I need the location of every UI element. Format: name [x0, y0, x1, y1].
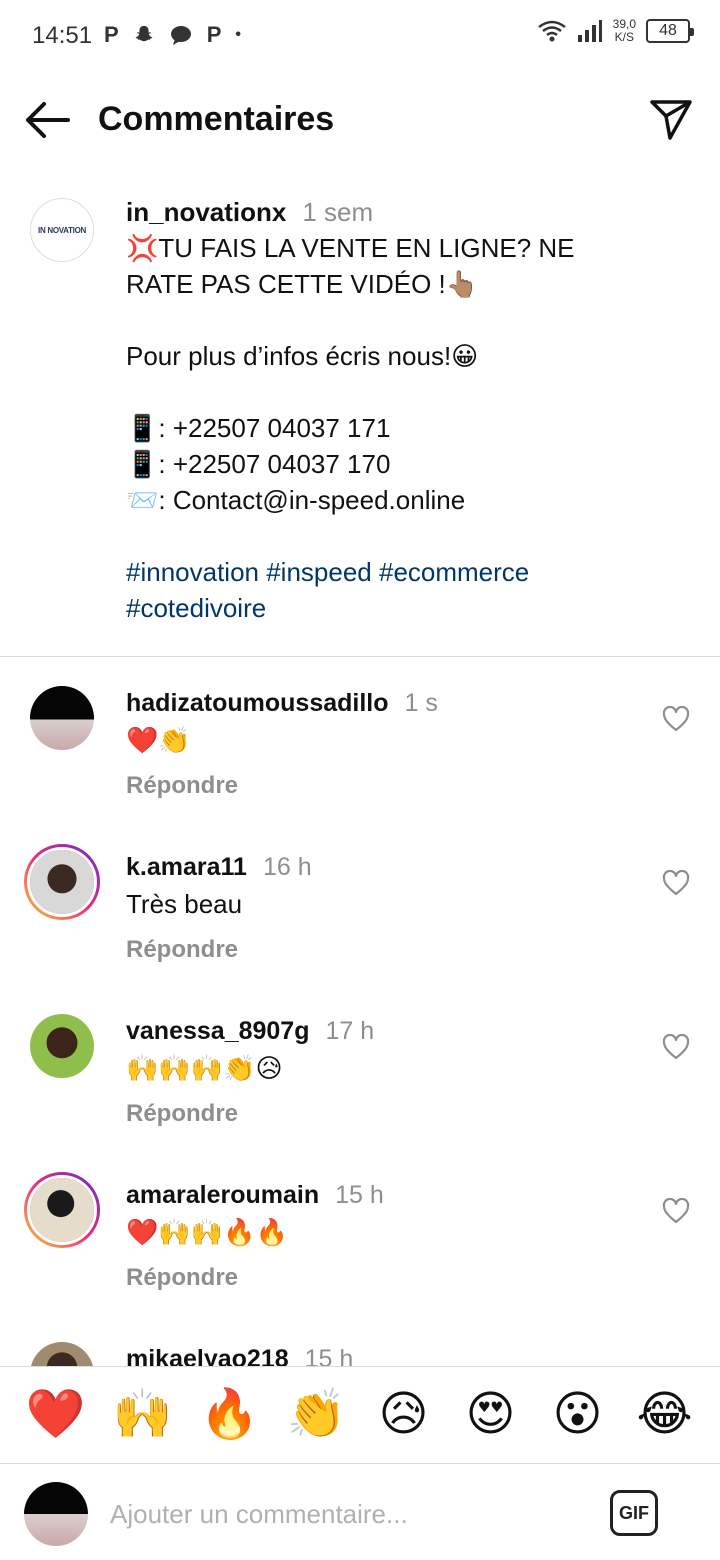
caption-time: 1 sem: [302, 197, 374, 227]
avatar[interactable]: IN NOVATION: [30, 198, 94, 262]
battery-icon: 48: [646, 19, 694, 43]
comment-item: k.amara11 16 h Très beau Répondre: [0, 844, 720, 1014]
page-title: Commentaires: [98, 100, 335, 138]
caption-line: 📱: +22507 04037 170: [126, 449, 391, 479]
quick-reactions-bar: ❤️ 🙌 🔥 👏 😥 😍 😮 😂: [0, 1366, 720, 1464]
avatar[interactable]: [24, 844, 100, 920]
caption-body: in_novationx 1 sem 💢TU FAIS LA VENTE EN L…: [126, 194, 696, 626]
reply-button[interactable]: Répondre: [126, 1264, 646, 1292]
comment-username[interactable]: hadizatoumoussadillo: [126, 689, 389, 717]
speed-unit: K/S: [614, 30, 634, 44]
wifi-icon: [537, 20, 566, 42]
reaction-raised-hands[interactable]: 🙌: [108, 1385, 178, 1445]
comment-time: 17 h: [325, 1017, 375, 1045]
avatar: [24, 1482, 88, 1546]
network-speed: 39,0 K/S: [613, 18, 636, 44]
reaction-clap[interactable]: 👏: [282, 1385, 352, 1445]
comment-body: k.amara11 16 h Très beau Répondre: [126, 850, 646, 964]
reaction-surprised[interactable]: 😮: [543, 1385, 613, 1445]
caption-line: 💢TU FAIS LA VENTE EN LIGNE? NE: [126, 233, 575, 263]
comment-time: 15 h: [335, 1181, 384, 1209]
reaction-heart[interactable]: ❤️: [21, 1385, 91, 1445]
caption-username[interactable]: in_novationx: [126, 197, 286, 227]
comment-item: vanessa_8907g 17 h 🙌🙌🙌👏😥 Répondre: [0, 1014, 720, 1178]
chat-icon: [170, 26, 191, 45]
gif-button[interactable]: GIF: [610, 1490, 658, 1536]
heart-icon[interactable]: [662, 1034, 690, 1060]
comment-body: amaraleroumain 15 h ❤️🙌🙌🔥🔥 Répondre: [126, 1178, 646, 1292]
caption-hashtags[interactable]: #cotedivoire: [126, 590, 696, 626]
comment-username[interactable]: amaraleroumain: [126, 1181, 319, 1209]
heart-icon[interactable]: [662, 870, 690, 896]
caption-line: 📱: +22507 04037 171: [126, 413, 391, 443]
comment-item: amaraleroumain 15 h ❤️🙌🙌🔥🔥 Répondre: [0, 1172, 720, 1342]
comment-body: vanessa_8907g 17 h 🙌🙌🙌👏😥 Répondre: [126, 1014, 646, 1128]
status-right: 39,0 K/S 48: [537, 18, 694, 44]
caption-line: RATE PAS CETTE VIDÉO !👆🏽: [126, 269, 479, 299]
avatar[interactable]: [24, 1172, 100, 1248]
comment-username[interactable]: vanessa_8907g: [126, 1017, 309, 1045]
comment-time: 1 s: [404, 689, 438, 717]
reply-button[interactable]: Répondre: [126, 1100, 646, 1128]
avatar[interactable]: [30, 686, 94, 750]
comment-composer: GIF: [0, 1464, 720, 1560]
notification-icons: P P •: [104, 22, 241, 48]
comment-time: 16 h: [262, 853, 312, 881]
reaction-laughing[interactable]: 😂: [630, 1385, 700, 1445]
reply-button[interactable]: Répondre: [126, 936, 646, 964]
arrow-left-icon[interactable]: [22, 98, 72, 142]
header: Commentaires: [0, 80, 720, 160]
status-time: 14:51: [32, 22, 93, 49]
snapchat-icon: [135, 25, 152, 42]
paper-plane-icon[interactable]: [648, 96, 694, 142]
signal-icon: [577, 20, 602, 42]
reaction-sad[interactable]: 😥: [369, 1385, 439, 1445]
comment-input[interactable]: [110, 1492, 580, 1536]
p-app-icon: P: [104, 22, 119, 47]
reply-button[interactable]: Répondre: [126, 772, 646, 800]
comment-text: Très beau: [126, 889, 243, 919]
battery-level: 48: [659, 22, 677, 39]
caption-hashtags[interactable]: #innovation #inspeed #ecommerce: [126, 554, 696, 590]
more-notifications-dot: •: [235, 26, 241, 43]
brand-logo: IN NOVATION: [38, 225, 86, 235]
comment-text: ❤️🙌🙌🔥🔥: [126, 1217, 288, 1247]
comment-username[interactable]: k.amara11: [126, 853, 247, 881]
comment-body: hadizatoumoussadillo 1 s ❤️👏 Répondre: [126, 686, 646, 800]
caption-line: Pour plus d’infos écris nous!😀: [126, 341, 479, 371]
heart-icon[interactable]: [662, 706, 690, 732]
status-bar: 14:51 P P • 39,0 K/S 48: [0, 0, 720, 72]
p-app-icon-2: P: [206, 22, 222, 47]
avatar[interactable]: [30, 1014, 94, 1078]
comment-item: hadizatoumoussadillo 1 s ❤️👏 Répondre: [0, 686, 720, 850]
caption-line: 📨: Contact@in-speed.online: [126, 485, 466, 515]
heart-icon[interactable]: [662, 1198, 690, 1224]
reaction-heart-eyes[interactable]: 😍: [456, 1385, 526, 1445]
comment-text: ❤️👏: [126, 725, 191, 755]
comment-text: 🙌🙌🙌👏😥: [126, 1053, 283, 1083]
reaction-fire[interactable]: 🔥: [195, 1385, 265, 1445]
divider: [0, 656, 720, 657]
